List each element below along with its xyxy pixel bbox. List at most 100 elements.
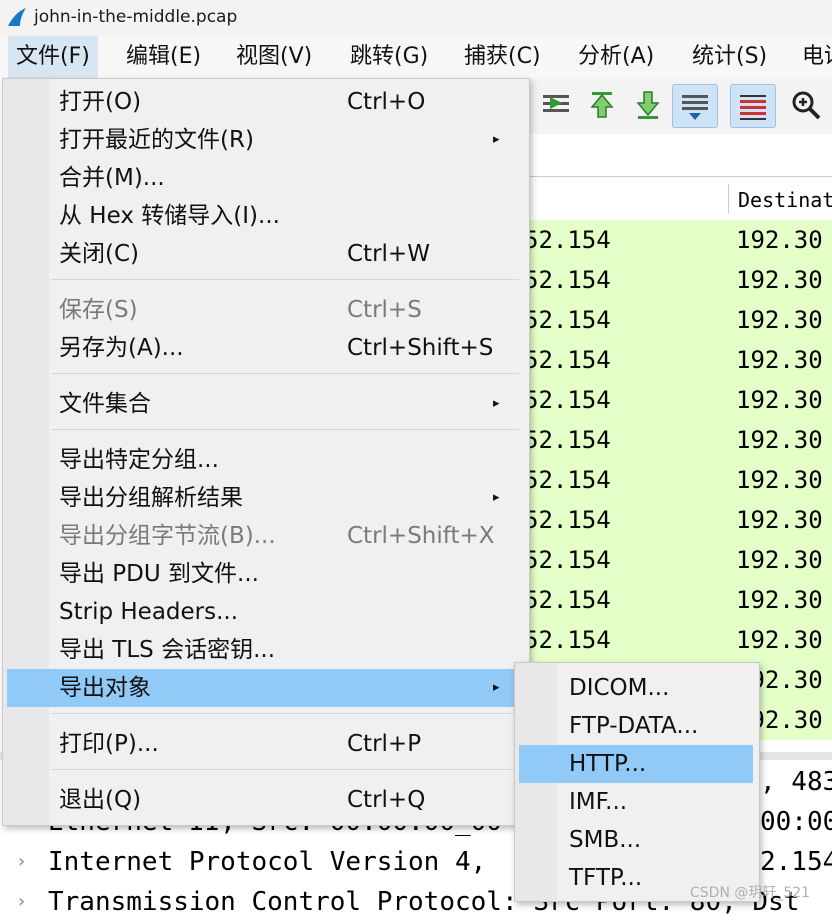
menu-separator: [51, 279, 519, 280]
chevron-right-icon[interactable]: ›: [16, 882, 27, 922]
menu-statistics[interactable]: 统计(S): [684, 36, 775, 78]
menu-item-label: 导出 TLS 会话密钥...: [59, 637, 276, 663]
export-object-imf[interactable]: IMF...: [519, 783, 753, 821]
menu-item-label: 打印(P)...: [59, 731, 159, 757]
file-menu-print[interactable]: 打印(P)... Ctrl+P: [7, 725, 517, 763]
packet-destination: 192.30: [736, 386, 823, 414]
menu-item-label: 文件集合: [59, 391, 151, 417]
export-object-dicom[interactable]: DICOM...: [519, 669, 753, 707]
menu-item-label: 导出分组解析结果: [59, 485, 243, 511]
menu-item-label: Strip Headers...: [59, 599, 239, 625]
packet-row[interactable]: 52.154 192.30: [524, 500, 832, 540]
packet-row[interactable]: 52.154 192.30: [524, 540, 832, 580]
menu-item-shortcut: Ctrl+Shift+X: [347, 523, 495, 549]
file-menu-export-pdu[interactable]: 导出 PDU 到文件...: [7, 555, 517, 593]
menu-analyze[interactable]: 分析(A): [570, 36, 662, 78]
menu-file[interactable]: 文件(F): [8, 36, 98, 78]
menu-edit[interactable]: 编辑(E): [118, 36, 209, 78]
file-menu-open[interactable]: 打开(O) Ctrl+O: [7, 83, 517, 121]
packet-source: 52.154: [524, 226, 611, 254]
file-menu-strip-headers[interactable]: Strip Headers...: [7, 593, 517, 631]
file-menu-export-tls-keys[interactable]: 导出 TLS 会话密钥...: [7, 631, 517, 669]
file-menu-dropdown: 打开(O) Ctrl+O 打开最近的文件(R) ▸ 合并(M)... 从 Hex…: [2, 78, 530, 826]
packet-destination: 192.30: [736, 226, 823, 254]
colorize-button[interactable]: [672, 84, 718, 128]
packet-source: 52.154: [524, 266, 611, 294]
menu-item-label: 关闭(C): [59, 241, 140, 267]
menu-item-shortcut: Ctrl+Q: [347, 787, 426, 813]
packet-destination: 192.30: [736, 426, 823, 454]
packet-row[interactable]: 52.154 192.30: [524, 420, 832, 460]
packet-row[interactable]: 52.154 192.30: [524, 220, 832, 260]
packet-row[interactable]: 52.154 192.30: [524, 460, 832, 500]
export-object-http[interactable]: HTTP...: [519, 745, 753, 783]
menu-item-label: 保存(S): [59, 297, 138, 323]
menu-separator: [51, 713, 519, 714]
export-object-smb[interactable]: SMB...: [519, 821, 753, 859]
colorize-icon: [682, 95, 708, 120]
packet-row[interactable]: 52.154 192.30: [524, 340, 832, 380]
file-menu-export-objects[interactable]: 导出对象 ▸: [7, 669, 517, 707]
packet-source: 52.154: [524, 426, 611, 454]
menu-item-label: 从 Hex 转储导入(I)...: [59, 203, 280, 229]
menu-item-label: TFTP...: [569, 865, 643, 891]
menu-telephony[interactable]: 电话: [794, 36, 832, 78]
go-first-button[interactable]: [580, 84, 624, 126]
zoom-in-icon: [792, 91, 821, 120]
go-last-button[interactable]: [626, 84, 670, 126]
menu-bar: 文件(F) 编辑(E) 视图(V) 跳转(G) 捕获(C) 分析(A) 统计(S…: [0, 36, 832, 78]
detail-text: Internet Protocol Version 4,: [48, 847, 487, 877]
file-menu-quit[interactable]: 退出(Q) Ctrl+Q: [7, 781, 517, 819]
export-objects-submenu: DICOM... FTP-DATA... HTTP... IMF... SMB.…: [514, 662, 760, 902]
packet-row[interactable]: 52.154 192.30: [524, 620, 832, 660]
coloring-rules-button[interactable]: [730, 84, 776, 128]
file-menu-import-hex[interactable]: 从 Hex 转储导入(I)...: [7, 197, 517, 235]
packet-source: 52.154: [524, 466, 611, 494]
packet-source: 52.154: [524, 626, 611, 654]
frame-summary-tail: , 483: [760, 767, 832, 797]
menu-item-label: FTP-DATA...: [569, 713, 699, 739]
column-separator[interactable]: [728, 184, 729, 214]
menu-item-label: 打开(O): [59, 89, 142, 115]
packet-destination: 192.30: [736, 626, 823, 654]
menu-go[interactable]: 跳转(G): [342, 36, 436, 78]
menu-view[interactable]: 视图(V): [228, 36, 320, 78]
menu-capture[interactable]: 捕获(C): [456, 36, 549, 78]
coloring-rules-icon: [740, 95, 766, 120]
file-menu-export-specified[interactable]: 导出特定分组...: [7, 441, 517, 479]
menu-separator: [51, 373, 519, 374]
submenu-arrow-icon: ▸: [493, 396, 500, 411]
file-menu-save-as[interactable]: 另存为(A)... Ctrl+Shift+S: [7, 329, 517, 367]
menu-item-label: 退出(Q): [59, 787, 142, 813]
file-menu-save: 保存(S) Ctrl+S: [7, 291, 517, 329]
file-menu-export-dissections[interactable]: 导出分组解析结果 ▸: [7, 479, 517, 517]
packet-source: 52.154: [524, 386, 611, 414]
file-menu-file-set[interactable]: 文件集合 ▸: [7, 385, 517, 423]
zoom-in-button[interactable]: [784, 84, 828, 126]
submenu-arrow-icon: ▸: [493, 680, 500, 695]
packet-source: 52.154: [524, 346, 611, 374]
column-header-destination[interactable]: Destinat: [738, 188, 832, 212]
file-menu-merge[interactable]: 合并(M)...: [7, 159, 517, 197]
file-menu-export-bytes: 导出分组字节流(B)... Ctrl+Shift+X: [7, 517, 517, 555]
submenu-arrow-icon: ▸: [493, 490, 500, 505]
packet-row[interactable]: 52.154 192.30: [524, 380, 832, 420]
packet-row[interactable]: 52.154 192.30: [524, 300, 832, 340]
go-first-icon: [590, 92, 614, 118]
packet-row[interactable]: 52.154 192.30: [524, 260, 832, 300]
autoscroll-button[interactable]: [534, 84, 578, 126]
file-menu-close[interactable]: 关闭(C) Ctrl+W: [7, 235, 517, 273]
display-filter-input[interactable]: [528, 134, 832, 177]
menu-item-label: DICOM...: [569, 675, 670, 701]
packet-row[interactable]: 52.154 192.30: [524, 580, 832, 620]
packet-destination: 192.30: [736, 266, 823, 294]
file-menu-open-recent[interactable]: 打开最近的文件(R) ▸: [7, 121, 517, 159]
menu-separator: [51, 429, 519, 430]
watermark: CSDN @玥轩_521: [690, 885, 811, 901]
menu-item-label: 导出 PDU 到文件...: [59, 561, 259, 587]
menu-item-label: 导出特定分组...: [59, 447, 219, 473]
chevron-right-icon[interactable]: ›: [16, 842, 27, 882]
packet-destination: 192.30: [736, 586, 823, 614]
export-object-ftp-data[interactable]: FTP-DATA...: [519, 707, 753, 745]
menu-item-shortcut: Ctrl+O: [347, 89, 426, 115]
